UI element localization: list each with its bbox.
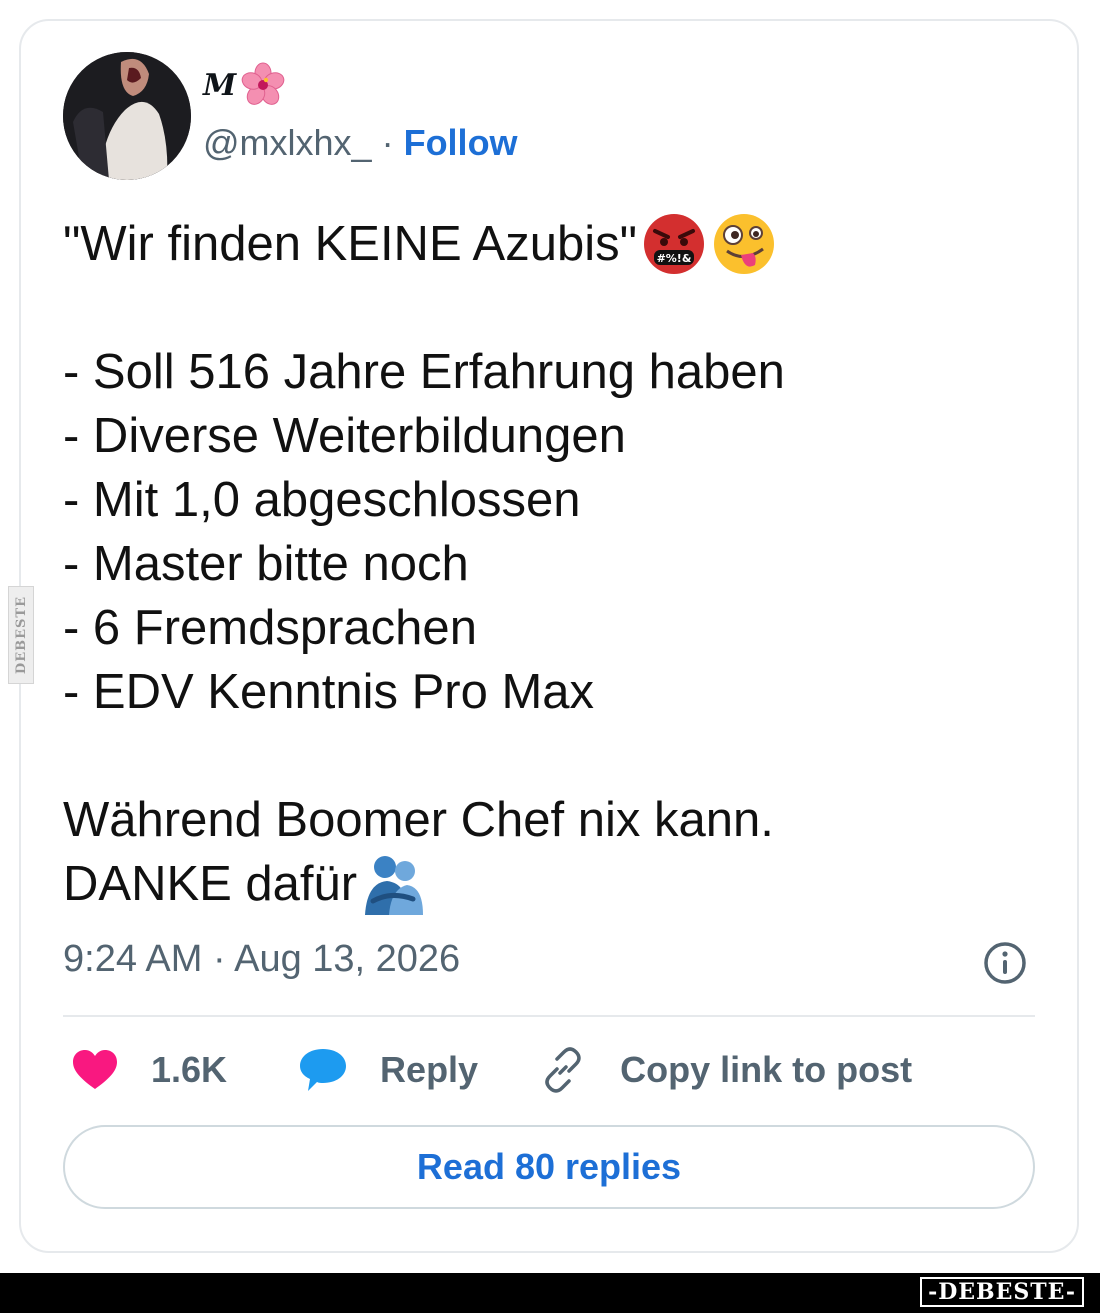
user-handle[interactable]: @mxlxhx_ [203, 122, 372, 164]
like-count: 1.6K [151, 1049, 228, 1090]
face-with-symbols-on-mouth-icon: #%!& [644, 214, 705, 274]
footer-bar: -DEBESTE- [0, 1273, 1100, 1313]
tweet-line-text: DANKE dafür [63, 857, 358, 911]
footer-watermark-logo: -DEBESTE- [920, 1277, 1084, 1307]
tweet-line: "Wir finden KEINE Azubis" #%!& [63, 212, 1043, 276]
tweet-line-text: - EDV Kenntnis Pro Max [63, 665, 595, 719]
tweet-line-text: "Wir finden KEINE Azubis" [63, 217, 638, 271]
separator-dot: · [381, 122, 394, 163]
tweet-line-text: - Mit 1,0 abgeschlossen [63, 473, 581, 527]
display-name[interactable]: M [203, 60, 286, 110]
tweet-line: - Mit 1,0 abgeschlossen [63, 468, 1043, 532]
reply-label: Reply [380, 1049, 479, 1090]
like-button[interactable]: 1.6K [63, 1049, 227, 1091]
info-icon[interactable] [983, 941, 1027, 985]
read-replies-label: Read 80 replies [416, 1146, 682, 1187]
heart-icon [73, 1050, 117, 1089]
tweet-line: Während Boomer Chef nix kann. [63, 788, 1043, 852]
speech-bubble-icon [300, 1049, 347, 1091]
copy-link-label: Copy link to post [620, 1049, 913, 1090]
tweet-line: - 6 Fremdsprachen [63, 596, 1043, 660]
zany-face-icon [714, 214, 775, 274]
avatar[interactable] [63, 52, 191, 180]
avatar-photo [63, 52, 191, 180]
tweet-line: - Diverse Weiterbildungen [63, 404, 1043, 468]
tweet-line: - Master bitte noch [63, 532, 1043, 596]
tweet-line-text: - Master bitte noch [63, 537, 469, 591]
tweet-line-text: Während Boomer Chef nix kann. [63, 793, 774, 847]
tweet-line-text: - 6 Fremdsprachen [63, 601, 477, 655]
post-timestamp[interactable]: 9:24 AM · Aug 13, 2026 [63, 938, 460, 981]
link-icon [545, 1047, 581, 1093]
tweet-line-text: - Diverse Weiterbildungen [63, 409, 626, 463]
tweet-line: DANKE dafür [63, 852, 1043, 916]
divider [63, 1015, 1035, 1017]
tweet-line: - EDV Kenntnis Pro Max [63, 660, 1043, 724]
side-watermark-text: DEBESTE [13, 595, 29, 675]
cursing-symbols: #%!& [657, 252, 692, 265]
follow-button[interactable]: Follow [404, 122, 518, 164]
hibiscus-icon [241, 62, 285, 105]
handle-row: @mxlxhx_ · Follow [203, 122, 518, 164]
copy-link-button[interactable]: Copy link to post [540, 1047, 912, 1093]
tweet-text: "Wir finden KEINE Azubis" #%!& - Soll 51… [63, 212, 1043, 916]
read-replies-button[interactable]: Read 80 replies [63, 1125, 1035, 1209]
display-name-text: M [203, 67, 237, 103]
side-watermark: DEBESTE [8, 586, 34, 684]
reply-button[interactable]: Reply [298, 1047, 478, 1093]
footer-watermark-text: -DEBESTE- [928, 1279, 1076, 1305]
tweet-line-text: - Soll 516 Jahre Erfahrung haben [63, 345, 785, 399]
action-bar: 1.6K Reply Copy link to post [63, 1040, 912, 1100]
people-hugging-icon [365, 856, 424, 915]
tweet-line: - Soll 516 Jahre Erfahrung haben [63, 340, 1043, 404]
